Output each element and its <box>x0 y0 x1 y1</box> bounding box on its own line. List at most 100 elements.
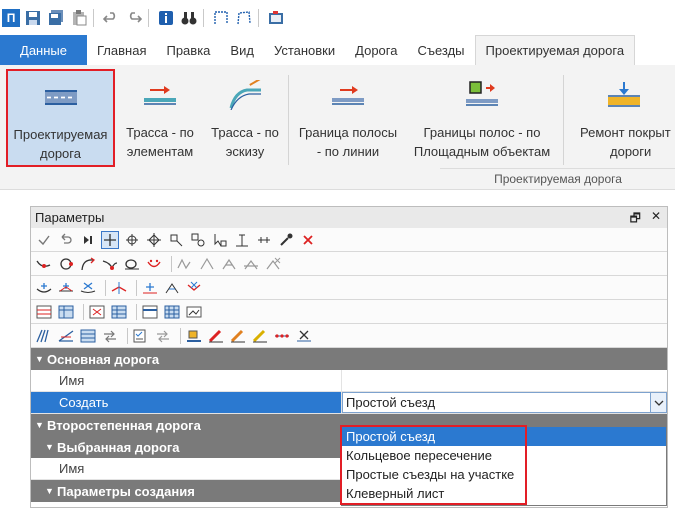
snap-distance-icon[interactable] <box>255 231 273 249</box>
save-all-icon[interactable] <box>46 8 66 28</box>
arc-tool-icon[interactable] <box>79 255 97 273</box>
profile-tool-2-icon[interactable] <box>198 255 216 273</box>
profile-tool-4-icon[interactable] <box>242 255 260 273</box>
dropdown-option-simple-ramps-section[interactable]: Простые съезды на участке <box>342 465 666 484</box>
image-view-icon[interactable] <box>185 303 203 321</box>
group-main-road[interactable]: ▼ Основная дорога <box>31 348 667 370</box>
toolbar-separator <box>171 255 172 272</box>
road-table-icon[interactable] <box>79 327 97 345</box>
cross-cursor-icon[interactable] <box>101 230 119 249</box>
smile-curve-icon[interactable] <box>145 255 163 273</box>
snap-pointer-icon[interactable] <box>211 231 229 249</box>
toolbar-separator <box>136 303 137 320</box>
profile-tool-3-icon[interactable] <box>220 255 238 273</box>
step-forward-icon[interactable] <box>79 231 97 249</box>
pencil-red-icon[interactable] <box>207 327 225 345</box>
delete-x-icon[interactable] <box>299 231 317 249</box>
dropdown-option-roundabout[interactable]: Кольцевое пересечение <box>342 446 666 465</box>
toolbar-separator <box>258 8 259 27</box>
delete-point-icon[interactable] <box>79 279 97 297</box>
group-selected-road-label: Выбранная дорога <box>57 439 180 455</box>
split-line-icon[interactable] <box>110 279 128 297</box>
insert-point-icon[interactable] <box>35 279 53 297</box>
circle-tool-icon[interactable] <box>57 255 75 273</box>
lane-line-icon <box>328 73 368 117</box>
pavement-repair-button[interactable]: Ремонт покрыт дороги <box>576 69 675 167</box>
remove-marker-icon[interactable] <box>295 327 313 345</box>
road-transfer-icon[interactable] <box>101 327 119 345</box>
delete-vertex-icon[interactable] <box>185 279 203 297</box>
app-logo[interactable]: П <box>2 8 20 27</box>
move-point-icon[interactable] <box>57 279 75 297</box>
road-lanes-icon[interactable] <box>35 327 53 345</box>
close-icon[interactable]: ✕ <box>651 209 661 230</box>
table-lines-icon[interactable] <box>35 303 53 321</box>
designed-road-button[interactable]: Проектируемая дорога <box>6 69 115 167</box>
polyline-icon[interactable] <box>234 8 254 28</box>
tab-view[interactable]: Вид <box>220 35 264 65</box>
prop-name-value[interactable] <box>341 370 667 391</box>
loop-tool-icon[interactable] <box>123 255 141 273</box>
profile-tool-1-icon[interactable] <box>176 255 194 273</box>
table-rows-icon[interactable] <box>141 303 159 321</box>
table-edit-icon[interactable] <box>57 303 75 321</box>
spiral-tool-icon[interactable] <box>101 255 119 273</box>
transfer-gray-icon[interactable] <box>154 327 172 345</box>
tab-settings[interactable]: Установки <box>264 35 345 65</box>
checklist-icon[interactable] <box>132 327 150 345</box>
route-by-sketch-button[interactable]: Трасса - по эскизу <box>205 69 285 167</box>
info-icon[interactable] <box>156 8 176 28</box>
snap-object-icon[interactable] <box>189 231 207 249</box>
table-view-icon[interactable] <box>110 303 128 321</box>
marker-tool-1-icon[interactable] <box>185 327 203 345</box>
route-by-elements-button[interactable]: Трасса - по элементам <box>120 69 200 167</box>
road-icon <box>41 75 81 119</box>
curve-tool-icon[interactable] <box>35 255 53 273</box>
eyedropper-icon[interactable] <box>277 231 295 249</box>
add-vertex-icon[interactable] <box>141 279 159 297</box>
prop-create-value[interactable]: Простой съезд <box>341 392 667 413</box>
lane-boundary-by-line-button[interactable]: Граница полосы - по линии <box>292 69 404 167</box>
save-icon[interactable] <box>23 8 43 28</box>
prop-row-create[interactable]: Создать Простой съезд <box>31 392 667 414</box>
chevron-down-icon[interactable] <box>650 393 666 412</box>
snap-center-icon[interactable] <box>123 231 141 249</box>
undo-icon[interactable] <box>101 8 121 28</box>
toolbar-separator <box>127 327 128 344</box>
tab-designed-road[interactable]: Проектируемая дорога <box>474 35 636 65</box>
snap-perpendicular-icon[interactable] <box>233 231 251 249</box>
undo-step-icon[interactable] <box>57 231 75 249</box>
tool-row-2 <box>31 252 667 276</box>
snap-node-icon[interactable] <box>145 231 163 249</box>
table-grid-icon[interactable] <box>163 303 181 321</box>
tab-ramps[interactable]: Съезды <box>407 35 474 65</box>
create-combobox[interactable]: Простой съезд <box>342 392 667 413</box>
move-vertex-icon[interactable] <box>163 279 181 297</box>
prop-row-name[interactable]: Имя <box>31 370 667 392</box>
check-icon[interactable] <box>35 231 53 249</box>
tab-home[interactable]: Главная <box>87 35 156 65</box>
lane-boundaries-by-area-label-1: Границы полос - по <box>423 125 541 140</box>
table-delete-icon[interactable] <box>88 303 106 321</box>
panel-title: Параметры <box>35 210 105 225</box>
lane-boundaries-by-area-button[interactable]: Границы полос - по Площадным объектам <box>406 69 558 167</box>
dropdown-option-cloverleaf[interactable]: Клеверный лист <box>342 484 666 503</box>
frame-icon[interactable] <box>211 8 231 28</box>
pin-icon[interactable]: 🗗 <box>630 209 641 230</box>
redo-icon[interactable] <box>124 8 144 28</box>
pencil-orange-icon[interactable] <box>229 327 247 345</box>
lane-area-icon <box>462 73 502 117</box>
pencil-yellow-icon[interactable] <box>251 327 269 345</box>
profile-delete-icon[interactable] <box>264 255 282 273</box>
distribute-icon[interactable] <box>273 327 291 345</box>
road-widen-icon[interactable] <box>57 327 75 345</box>
tab-edit[interactable]: Правка <box>156 35 220 65</box>
tool-row-4 <box>31 300 667 324</box>
dropdown-option-simple-ramp[interactable]: Простой съезд <box>342 427 666 446</box>
tab-road[interactable]: Дорога <box>345 35 407 65</box>
screenshot-icon[interactable] <box>266 8 286 28</box>
binoculars-icon[interactable] <box>179 8 199 28</box>
snap-vertex-icon[interactable] <box>167 231 185 249</box>
paste-icon[interactable] <box>69 8 89 28</box>
tab-data[interactable]: Данные <box>0 35 87 65</box>
